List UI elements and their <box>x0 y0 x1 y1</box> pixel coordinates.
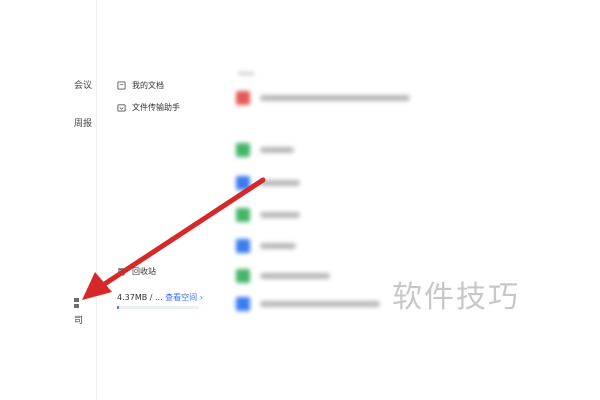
app-window: 会议 周报 司 我的文档 文件传输助手 回收站 4.37MB / ... 查看空… <box>0 0 600 400</box>
sidebar-item-label: 我的文档 <box>132 81 164 90</box>
storage-progress-fill <box>117 306 120 309</box>
file-icon <box>236 297 250 311</box>
file-icon <box>236 239 250 253</box>
trash-icon <box>117 268 126 276</box>
view-space-link[interactable]: 查看空间 <box>165 293 197 302</box>
file-icon <box>236 143 250 157</box>
left-nav-rail: 会议 周报 司 <box>0 0 97 400</box>
apps-grid-icon[interactable] <box>74 298 80 310</box>
sidebar-item-label: 回收站 <box>132 267 156 276</box>
watermark-text: 软件技巧 <box>392 280 520 315</box>
view-space-chevron-icon[interactable]: › <box>200 293 203 302</box>
file-icon <box>236 91 250 105</box>
transfer-icon <box>117 104 126 112</box>
sidebar: 我的文档 文件传输助手 回收站 4.37MB / ... 查看空间 › <box>97 0 215 400</box>
storage-progress-bar <box>117 306 199 309</box>
rail-item-company[interactable]: 司 <box>74 313 83 326</box>
list-item[interactable] <box>236 207 300 223</box>
rail-item-meeting[interactable]: 会议 <box>74 78 92 91</box>
file-icon <box>236 269 250 283</box>
list-item[interactable] <box>236 238 296 254</box>
file-icon <box>236 208 250 222</box>
list-item[interactable] <box>236 175 300 191</box>
list-item[interactable] <box>236 296 380 312</box>
list-item[interactable] <box>236 90 410 106</box>
storage-usage: 4.37MB / ... 查看空间 › <box>117 292 203 303</box>
storage-used-text: 4.37MB / ... <box>117 293 163 302</box>
list-item[interactable] <box>236 142 294 158</box>
file-icon <box>236 176 250 190</box>
sidebar-item-my-documents[interactable]: 我的文档 <box>117 80 164 91</box>
list-item[interactable] <box>236 268 330 284</box>
file-list-area <box>216 0 600 400</box>
rail-item-report[interactable]: 周报 <box>74 116 92 129</box>
list-header-placeholder <box>238 72 254 75</box>
document-icon <box>117 81 126 90</box>
sidebar-item-file-transfer[interactable]: 文件传输助手 <box>117 102 180 113</box>
sidebar-item-recycle-bin[interactable]: 回收站 <box>117 266 156 277</box>
sidebar-item-label: 文件传输助手 <box>132 103 180 112</box>
